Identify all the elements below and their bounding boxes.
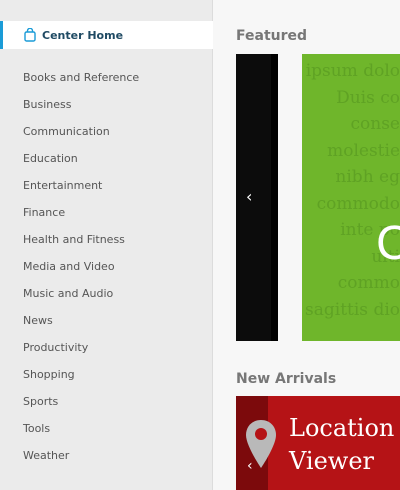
banner-text-line: ipsum dolo [305,61,400,81]
featured-heading: Featured [236,28,308,44]
app-title-line: Viewer [289,447,375,475]
category-item-communication[interactable]: Communication [0,118,213,145]
banner-text-line: molestie [327,140,400,161]
category-item-tools[interactable]: Tools [0,415,213,442]
category-item-productivity[interactable]: Productivity [0,334,213,361]
banner-text-line: Duis co [336,87,400,108]
featured-carousel-previous-slide[interactable]: ‹ [236,54,278,341]
category-item-sports[interactable]: Sports [0,388,213,415]
chevron-left-icon[interactable]: ‹ [247,458,253,474]
new-arrivals-heading: New Arrivals [236,371,337,387]
category-item-music-and-audio[interactable]: Music and Audio [0,280,213,307]
category-list: Books and Reference Business Communicati… [0,64,213,469]
main-content: Featured ‹ ipsum dolo Duis co conse mole… [214,0,400,490]
chevron-left-icon[interactable]: ‹ [246,187,252,206]
banner-text: ipsum dolo Duis co conse molestie nibh e… [302,58,400,323]
category-item-weather[interactable]: Weather [0,442,213,469]
banner-text-line: conse [350,114,400,134]
sidebar: Center Home Books and Reference Business… [0,0,213,490]
category-item-media-and-video[interactable]: Media and Video [0,253,213,280]
category-item-business[interactable]: Business [0,91,213,118]
banner-text-line: commo [337,273,400,293]
banner-text-line: nibh eg [335,167,400,187]
app-title: Location Viewer [289,412,400,478]
category-item-books-and-reference[interactable]: Books and Reference [0,64,213,91]
category-item-health-and-fitness[interactable]: Health and Fitness [0,226,213,253]
bag-icon [24,28,36,42]
banner-letter: C [376,217,400,270]
category-item-news[interactable]: News [0,307,213,334]
category-item-shopping[interactable]: Shopping [0,361,213,388]
center-home-link[interactable]: Center Home [0,21,213,49]
banner-text-line: sagittis dio [305,299,400,320]
category-item-finance[interactable]: Finance [0,199,213,226]
app-title-line: Location [289,414,395,442]
featured-banner[interactable]: ipsum dolo Duis co conse molestie nibh e… [302,54,400,341]
category-item-entertainment[interactable]: Entertainment [0,172,213,199]
banner-text-line: commodo [316,193,400,214]
new-arrival-card[interactable]: ‹ Location Viewer [236,396,400,490]
category-item-education[interactable]: Education [0,145,213,172]
center-home-label: Center Home [42,28,124,42]
